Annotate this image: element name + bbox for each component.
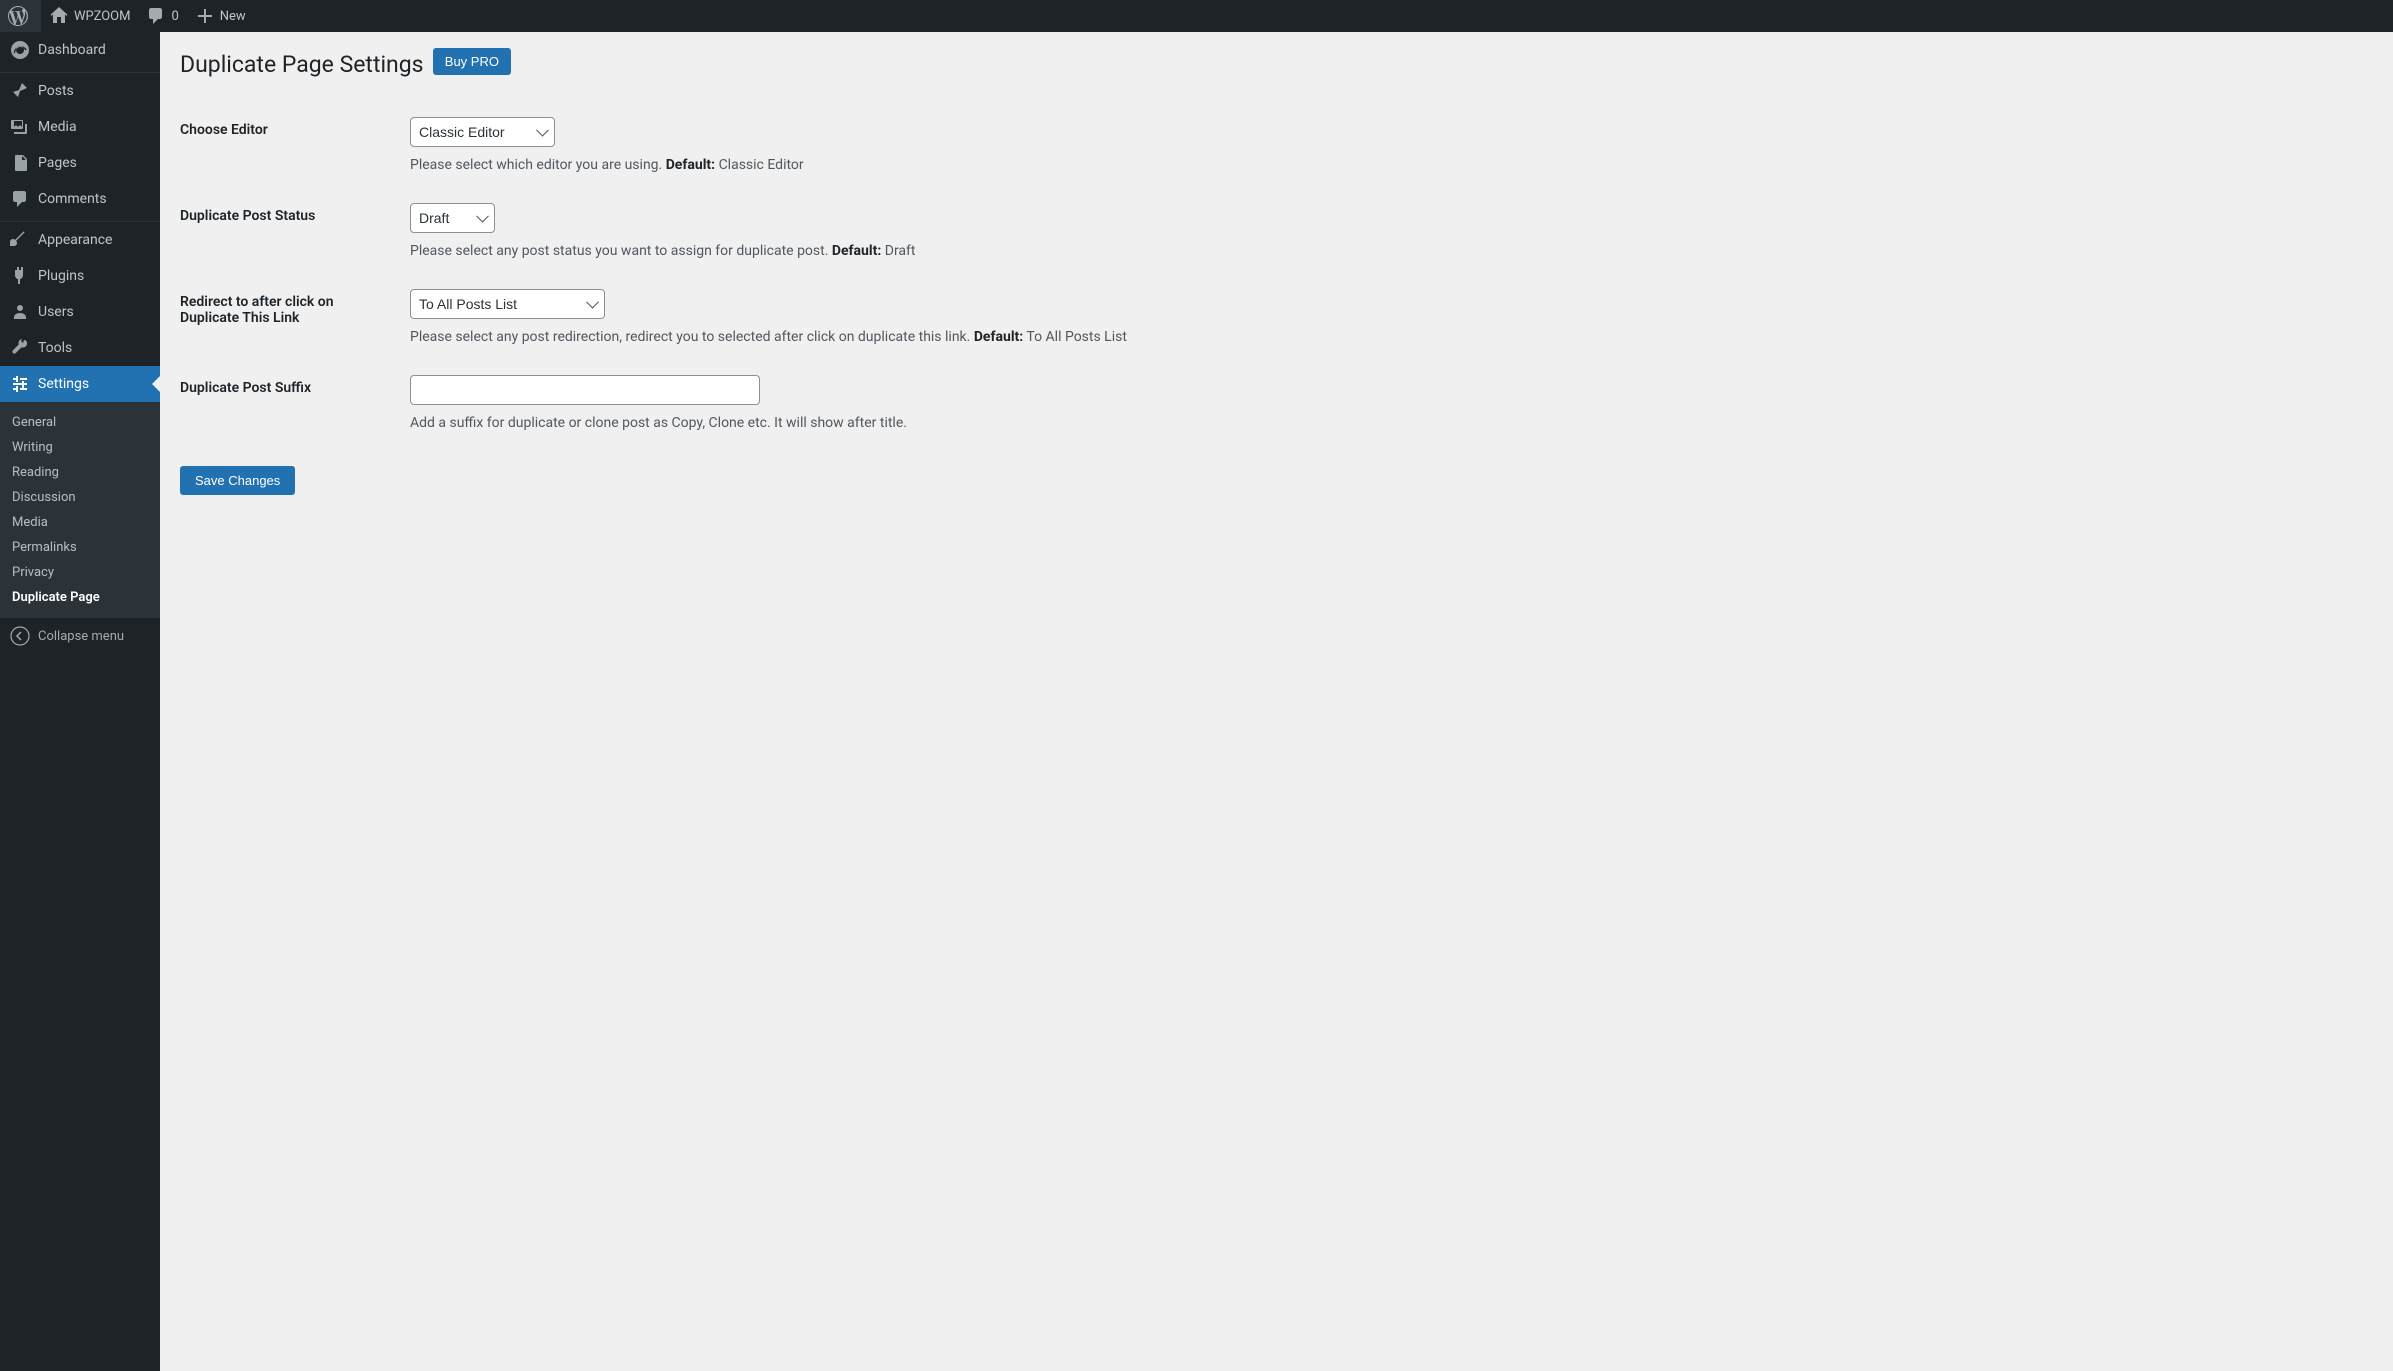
submenu-reading[interactable]: Reading (0, 460, 160, 485)
sidebar-item-dashboard[interactable]: Dashboard (0, 32, 160, 68)
menu-label: Settings (38, 376, 89, 392)
redirect-select[interactable]: To All Posts List (410, 289, 605, 319)
wrench-icon (10, 338, 30, 358)
suffix-input[interactable] (410, 375, 760, 405)
sliders-icon (10, 374, 30, 394)
submenu-duplicate-page[interactable]: Duplicate Page (0, 585, 160, 610)
wordpress-icon (8, 6, 28, 26)
menu-label: Media (38, 119, 77, 135)
menu-label: Appearance (38, 232, 112, 248)
redirect-label: Redirect to after click on Duplicate Thi… (180, 274, 400, 360)
site-name: WPZOOM (74, 9, 130, 24)
page-icon (10, 153, 30, 173)
menu-label: Plugins (38, 268, 84, 284)
buy-pro-button[interactable]: Buy PRO (433, 48, 511, 75)
submenu-privacy[interactable]: Privacy (0, 560, 160, 585)
sidebar-item-settings[interactable]: Settings (0, 366, 160, 402)
sidebar-item-pages[interactable]: Pages (0, 145, 160, 181)
status-description: Please select any post status you want t… (410, 243, 2363, 259)
menu-label: Comments (38, 191, 107, 207)
sidebar-item-plugins[interactable]: Plugins (0, 258, 160, 294)
site-link[interactable]: WPZOOM (41, 0, 138, 32)
menu-label: Pages (38, 155, 77, 171)
editor-description: Please select which editor you are using… (410, 157, 2363, 173)
admin-sidebar: Dashboard Posts Media Pages Comments App… (0, 32, 160, 1371)
collapse-label: Collapse menu (38, 629, 124, 644)
home-icon (49, 6, 69, 26)
editor-select[interactable]: Classic Editor (410, 117, 555, 147)
comments-link[interactable]: 0 (138, 0, 186, 32)
sidebar-item-media[interactable]: Media (0, 109, 160, 145)
comment-icon (146, 6, 166, 26)
status-select[interactable]: Draft (410, 203, 495, 233)
submenu-discussion[interactable]: Discussion (0, 485, 160, 510)
settings-form: Choose Editor Classic Editor Please sele… (180, 102, 2373, 446)
submenu-permalinks[interactable]: Permalinks (0, 535, 160, 560)
admin-toolbar: WPZOOM 0 New (0, 0, 2393, 32)
menu-label: Tools (38, 340, 72, 356)
menu-label: Users (38, 304, 74, 320)
suffix-description: Add a suffix for duplicate or clone post… (410, 415, 2363, 431)
sidebar-item-tools[interactable]: Tools (0, 330, 160, 366)
settings-submenu: General Writing Reading Discussion Media… (0, 402, 160, 618)
redirect-description: Please select any post redirection, redi… (410, 329, 2363, 345)
user-icon (10, 302, 30, 322)
content-area: Duplicate Page Settings Buy PRO Choose E… (160, 0, 2393, 515)
plus-icon (195, 6, 215, 26)
new-label: New (220, 9, 246, 24)
media-icon (10, 117, 30, 137)
sidebar-item-comments[interactable]: Comments (0, 181, 160, 217)
sidebar-item-appearance[interactable]: Appearance (0, 222, 160, 258)
menu-label: Dashboard (38, 42, 106, 58)
submenu-general[interactable]: General (0, 410, 160, 435)
pin-icon (10, 81, 30, 101)
collapse-icon (10, 626, 30, 646)
suffix-label: Duplicate Post Suffix (180, 360, 400, 446)
new-content-link[interactable]: New (187, 0, 254, 32)
submenu-media[interactable]: Media (0, 510, 160, 535)
dashboard-icon (10, 40, 30, 60)
save-button[interactable]: Save Changes (180, 466, 295, 495)
comments-count: 0 (171, 9, 178, 24)
wp-logo[interactable] (0, 0, 41, 32)
menu-label: Posts (38, 83, 74, 99)
editor-label: Choose Editor (180, 102, 400, 188)
comments-icon (10, 189, 30, 209)
sidebar-item-posts[interactable]: Posts (0, 73, 160, 109)
page-title: Duplicate Page Settings (180, 42, 424, 82)
collapse-menu[interactable]: Collapse menu (0, 618, 160, 654)
submenu-writing[interactable]: Writing (0, 435, 160, 460)
status-label: Duplicate Post Status (180, 188, 400, 274)
plug-icon (10, 266, 30, 286)
brush-icon (10, 230, 30, 250)
sidebar-item-users[interactable]: Users (0, 294, 160, 330)
